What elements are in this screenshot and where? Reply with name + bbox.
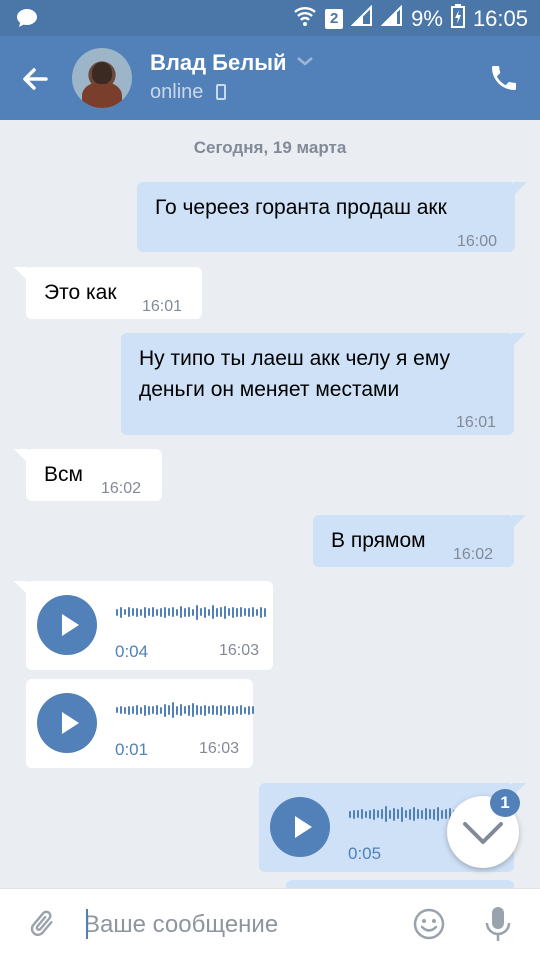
date-separator: Сегодня, 19 марта	[193, 138, 347, 157]
message-time: 16:02	[453, 546, 494, 563]
message-time: 16:00	[456, 233, 497, 250]
back-arrow-icon[interactable]	[18, 62, 52, 96]
compose-bar	[0, 888, 540, 960]
message-text: В прямом	[331, 529, 426, 552]
phone-call-icon[interactable]	[488, 62, 520, 94]
sim-badge: 2	[325, 9, 344, 29]
microphone-icon[interactable]	[484, 905, 512, 943]
message-time: 16:03	[219, 642, 260, 659]
avatar[interactable]	[72, 48, 132, 108]
chat-header: Влад Белый online	[0, 36, 540, 120]
message-text: Всм	[44, 463, 83, 486]
outgoing-message[interactable]: Ну типо ты лаеш акк челу я ему деньги он…	[121, 333, 526, 435]
message-text: Это как	[44, 281, 117, 304]
waveform-icon[interactable]	[116, 700, 254, 720]
message-text: Го череез горанта продаш акк	[155, 196, 447, 219]
voice-message[interactable]: 0:04 16:03	[14, 581, 273, 670]
message-input[interactable]	[84, 903, 384, 947]
play-icon[interactable]	[270, 797, 330, 857]
battery-percent: 9%	[411, 6, 443, 31]
chat-notification-icon	[16, 8, 38, 33]
outgoing-message[interactable]: Го череез горанта продаш акк 16:00	[137, 182, 527, 252]
message-text-line: Ну типо ты лаеш акк челу я ему	[139, 347, 451, 370]
text-cursor	[86, 909, 88, 939]
play-icon[interactable]	[37, 595, 97, 655]
message-time: 16:03	[199, 740, 240, 757]
clock: 16:05	[472, 6, 528, 31]
voice-duration: 0:01	[115, 740, 149, 759]
incoming-message[interactable]: Всм 16:02	[14, 449, 162, 501]
message-time: 16:01	[455, 414, 496, 431]
message-time: 16:01	[142, 298, 183, 315]
smiley-icon[interactable]	[412, 907, 446, 941]
message-time: 16:02	[101, 480, 142, 497]
unread-badge: 1	[490, 789, 520, 817]
wifi-icon	[293, 5, 317, 33]
contact-status: online	[150, 81, 204, 103]
voice-duration: 0:04	[115, 642, 149, 661]
signal-icon	[380, 4, 403, 33]
phone-status-icon	[216, 84, 226, 100]
outgoing-message[interactable]: В прямом 16:02	[313, 515, 526, 567]
paperclip-icon[interactable]	[26, 907, 58, 941]
chevron-down-icon[interactable]	[296, 54, 314, 72]
voice-message[interactable]: 0:01 16:03	[26, 679, 254, 768]
contact-name[interactable]: Влад Белый	[150, 50, 287, 76]
signal-icon	[350, 4, 373, 33]
voice-duration: 0:05	[348, 844, 382, 863]
battery-icon	[450, 4, 465, 34]
play-icon[interactable]	[37, 693, 97, 753]
incoming-message[interactable]: Это как 16:01	[14, 267, 202, 319]
status-bar: 2 9% 16:05	[0, 0, 540, 36]
waveform-icon[interactable]	[116, 602, 266, 622]
message-text-line: деньги он меняет местами	[139, 378, 400, 401]
